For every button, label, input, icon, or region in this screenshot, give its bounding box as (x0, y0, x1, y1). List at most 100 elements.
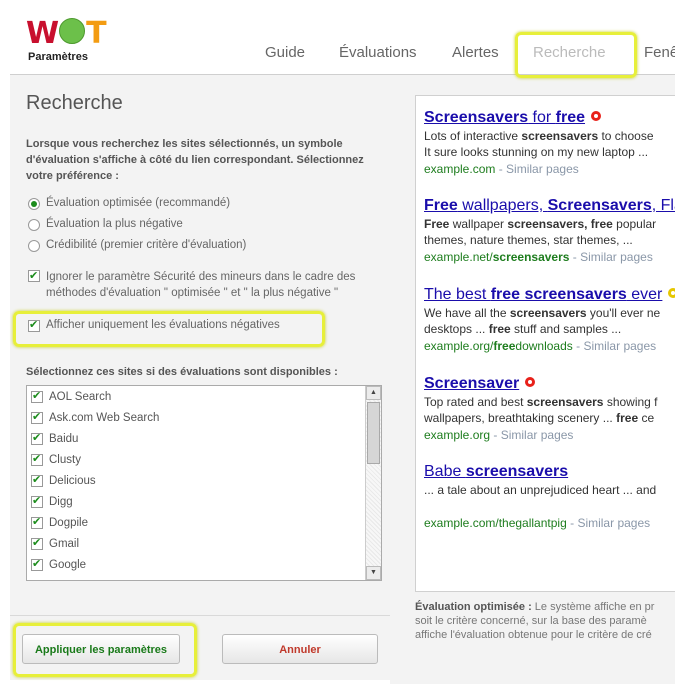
search-result: Babe screensavers... a tale about an unp… (424, 462, 675, 532)
result-snippet (424, 498, 675, 514)
site-label: Baidu (49, 432, 79, 445)
site-checkbox[interactable] (31, 494, 43, 508)
radio-button[interactable] (28, 240, 40, 252)
radio-credibility[interactable]: Crédibilité (premier critère d'évaluatio… (28, 239, 246, 252)
wot-logo: WT Paramètres (26, 16, 107, 63)
site-aol-search[interactable]: AOL Search (31, 389, 112, 403)
result-url: example.org - Similar pages (424, 428, 574, 442)
site-label: Delicious (49, 474, 96, 487)
result-snippet: Top rated and best screensavers showing … (424, 395, 658, 409)
tab-guide[interactable]: Guide (265, 44, 305, 61)
logo-circle-icon (59, 18, 86, 44)
radio-label: Crédibilité (premier critère d'évaluatio… (46, 239, 247, 251)
site-google[interactable]: Google (31, 557, 87, 571)
radio-button[interactable] (28, 198, 40, 210)
site-label: Dogpile (49, 516, 88, 529)
search-result: The best free screensavers ever We have a… (424, 285, 675, 355)
result-url: example.com/thegallantpig - Similar page… (424, 516, 651, 530)
result-snippet: desktops ... free stuff and samples ... (424, 322, 622, 336)
site-checkbox[interactable] (31, 473, 43, 487)
ignore-minors-label: Ignorer le paramètre Sécurité des mineur… (46, 271, 356, 299)
similar-pages-link[interactable]: Similar pages (583, 339, 656, 353)
tab-fenetre[interactable]: Fenê (644, 44, 675, 61)
only-negative-option[interactable]: Afficher uniquement les évaluations néga… (28, 318, 280, 332)
site-baidu[interactable]: Baidu (31, 431, 79, 445)
site-dogpile[interactable]: Dogpile (31, 515, 88, 529)
tab-alertes[interactable]: Alertes (452, 44, 499, 61)
result-snippet: ... a tale about an unprejudiced heart .… (424, 483, 657, 497)
result-snippet: Free wallpaper screensavers, free popula… (424, 217, 657, 231)
search-results-preview: Screensavers for free Lots of interactive… (415, 95, 675, 592)
similar-pages-link[interactable]: Similar pages (577, 516, 650, 530)
page-title: Recherche (26, 92, 123, 114)
search-result: Screensavers for free Lots of interactive… (424, 108, 675, 178)
site-checkbox[interactable] (31, 536, 43, 550)
site-delicious[interactable]: Delicious (31, 473, 96, 487)
result-title-link[interactable]: The best free screensavers ever (424, 285, 675, 305)
site-checkbox[interactable] (31, 389, 43, 403)
apply-settings-button[interactable]: Appliquer les paramètres (22, 634, 180, 664)
tab-recherche[interactable]: Recherche (533, 44, 606, 61)
red-ring-icon[interactable] (591, 111, 602, 121)
result-url: example.com - Similar pages (424, 162, 579, 176)
site-gmail[interactable]: Gmail (31, 536, 80, 550)
tab-evaluations[interactable]: Évaluations (339, 44, 417, 61)
search-description: Lorsque vous recherchez les sites sélect… (26, 138, 364, 182)
result-snippet: wallpapers, breathtaking scenery ... fre… (424, 411, 655, 425)
result-snippet: We have all the screensavers you'll ever… (424, 306, 661, 320)
scroll-down-arrow-icon[interactable]: ▼ (366, 566, 381, 580)
result-title-link[interactable]: Screensavers for free (424, 108, 675, 128)
only-negative-checkbox[interactable] (28, 318, 40, 332)
radio-label: Évaluation optimisée (recommandé) (46, 197, 231, 209)
search-result: Free wallpapers, Screensavers, FlaFree w… (424, 196, 675, 266)
site-checkbox[interactable] (31, 557, 43, 571)
footer-bar: Appliquer les paramètres Annuler (10, 615, 390, 680)
site-list-scrollbar[interactable]: ▲ ▼ (365, 386, 381, 580)
sites-label: Sélectionnez ces sites si des évaluation… (26, 366, 338, 378)
radio-most-negative[interactable]: Évaluation la plus négative (28, 218, 183, 231)
site-ask[interactable]: Ask.com Web Search (31, 410, 160, 424)
site-checkbox[interactable] (31, 515, 43, 529)
result-url: example.net/screensavers - Similar pages (424, 250, 653, 264)
red-ring-icon[interactable] (525, 377, 536, 387)
site-digg[interactable]: Digg (31, 494, 73, 508)
similar-pages-link[interactable]: Similar pages (580, 250, 653, 264)
search-result: Screensaver Top rated and best screensave… (424, 374, 675, 444)
scrollbar-thumb[interactable] (367, 402, 380, 464)
search-preview-panel: Screensavers for free Lots of interactive… (390, 75, 675, 684)
result-title-link[interactable]: Free wallpapers, Screensavers, Fla (424, 196, 675, 216)
similar-pages-link[interactable]: Similar pages (506, 162, 579, 176)
site-label: Digg (49, 495, 73, 508)
result-title-link[interactable]: Screensaver (424, 374, 675, 394)
site-clusty[interactable]: Clusty (31, 452, 81, 466)
radio-button[interactable] (28, 219, 40, 231)
radio-label: Évaluation la plus négative (46, 218, 183, 230)
ignore-minors-checkbox[interactable] (28, 268, 40, 284)
similar-pages-link[interactable]: Similar pages (501, 428, 574, 442)
site-label: Clusty (49, 453, 81, 466)
cancel-button[interactable]: Annuler (222, 634, 378, 664)
site-checkbox[interactable] (31, 452, 43, 466)
rating-note: Évaluation optimisée : Le système affich… (415, 601, 655, 641)
only-negative-label: Afficher uniquement les évaluations néga… (46, 319, 280, 331)
result-url: example.org/freedownloads - Similar page… (424, 339, 657, 353)
result-snippet: themes, nature themes, star themes, ... (424, 233, 633, 247)
site-label: AOL Search (49, 390, 112, 403)
site-label: Gmail (49, 537, 80, 550)
result-snippet: Lots of interactive screensavers to choo… (424, 129, 654, 143)
header: WT Paramètres Guide Évaluations Alertes … (10, 8, 675, 75)
site-checkbox[interactable] (31, 431, 43, 445)
site-checkbox[interactable] (31, 410, 43, 424)
wot-settings-window: WT Paramètres Guide Évaluations Alertes … (0, 0, 675, 684)
site-label: Google (49, 558, 87, 571)
site-list[interactable]: AOL Search Ask.com Web Search Baidu Clus… (26, 385, 382, 581)
scroll-up-arrow-icon[interactable]: ▲ (366, 386, 381, 400)
result-snippet: It sure looks stunning on my new laptop … (424, 145, 649, 159)
result-title-link[interactable]: Babe screensavers (424, 462, 675, 482)
logo-subtitle: Paramètres (28, 51, 88, 63)
site-label: Ask.com Web Search (49, 411, 160, 424)
yellow-ring-icon[interactable] (668, 288, 675, 298)
ignore-minors-option[interactable]: Ignorer le paramètre Sécurité des mineur… (28, 268, 368, 301)
search-settings-panel: Recherche Lorsque vous recherchez les si… (10, 75, 391, 615)
radio-optimized[interactable]: Évaluation optimisée (recommandé) (28, 197, 230, 210)
